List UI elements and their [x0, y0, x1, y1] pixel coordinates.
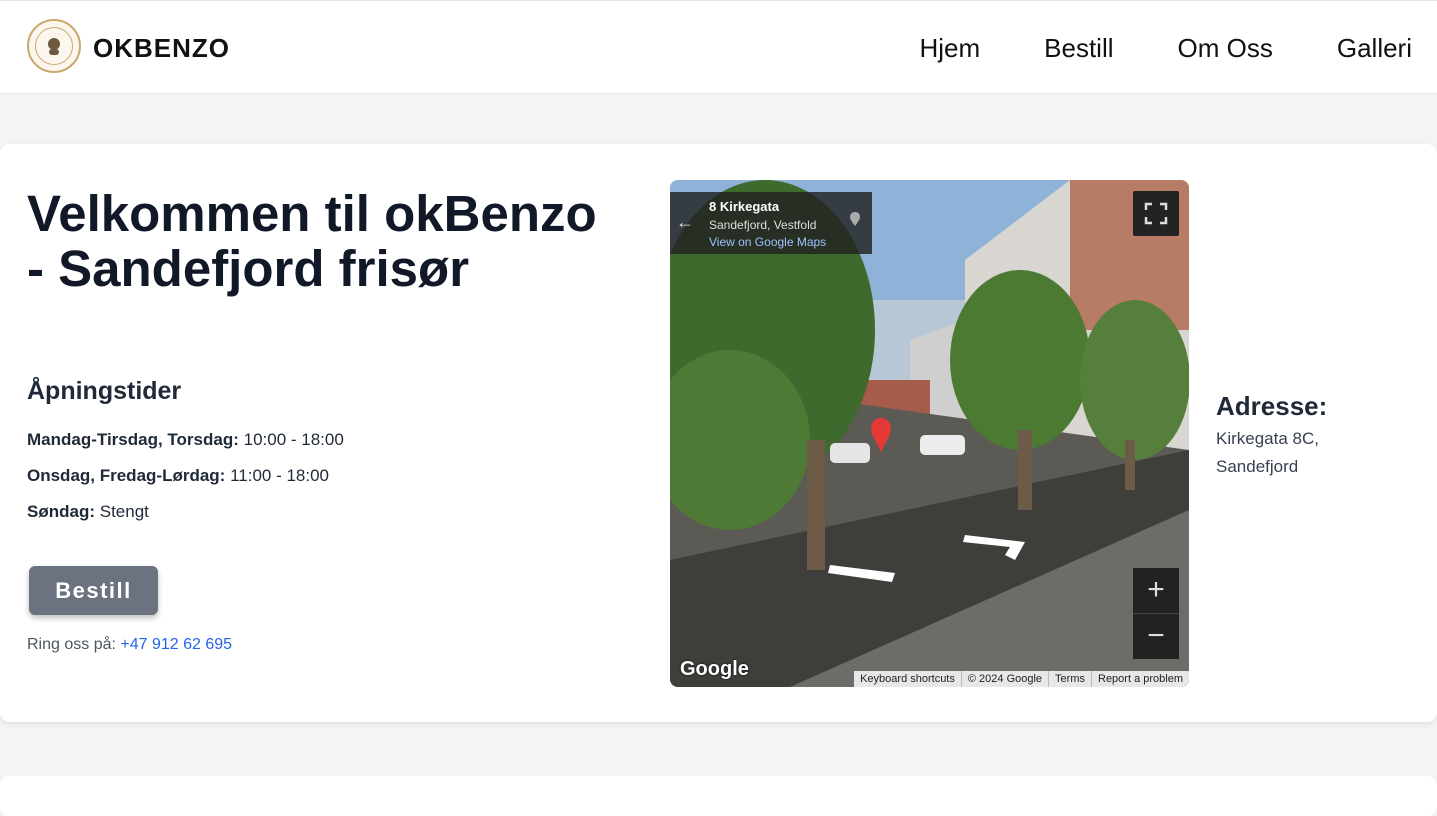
page-title: Velkommen til okBenzo - Sandefjord frisø… [27, 185, 597, 297]
brand-name[interactable]: OKBENZO [93, 33, 230, 64]
map-region: Sandefjord, Vestfold [709, 218, 817, 232]
phone-link[interactable]: +47 912 62 695 [120, 636, 232, 653]
zoom-in-button[interactable]: + [1133, 568, 1179, 614]
map-info-panel: ← 8 Kirkegata Sandefjord, Vestfold View … [670, 192, 872, 254]
report-problem-link[interactable]: Report a problem [1091, 671, 1189, 687]
site-header: OKBENZO Hjem Bestill Om Oss Galleri [0, 0, 1437, 94]
zoom-out-button[interactable]: − [1133, 614, 1179, 659]
view-on-google-maps-link[interactable]: View on Google Maps [709, 235, 826, 249]
book-button[interactable]: Bestill [29, 566, 158, 615]
fullscreen-button[interactable] [1133, 191, 1179, 236]
hours-time: Stengt [99, 502, 149, 521]
nav-link-about[interactable]: Om Oss [1178, 31, 1273, 65]
google-logo: Google [680, 658, 749, 680]
hours-day-label: Onsdag, Fredag-Lørdag: [27, 466, 226, 485]
map-street-name: 8 Kirkegata [709, 199, 780, 214]
logo-emblem [35, 27, 73, 65]
opening-hours-list: Mandag-Tirsdag, Torsdag: 10:00 - 18:00 O… [27, 430, 344, 538]
nav-link-home[interactable]: Hjem [919, 31, 980, 65]
logo-icon[interactable] [27, 19, 81, 73]
nav-link-book[interactable]: Bestill [1044, 31, 1113, 65]
nav-link-gallery[interactable]: Galleri [1337, 31, 1412, 65]
map-pin-icon[interactable] [850, 212, 860, 226]
fullscreen-icon [1144, 202, 1168, 225]
map-attribution: Keyboard shortcuts © 2024 Google Terms R… [854, 671, 1189, 687]
keyboard-shortcuts-link[interactable]: Keyboard shortcuts [854, 671, 961, 687]
opening-hours-title: Åpningstider [27, 377, 182, 405]
main-nav: Hjem Bestill Om Oss Galleri [855, 31, 1412, 65]
next-section-card [0, 776, 1437, 816]
hours-row: Onsdag, Fredag-Lørdag: 11:00 - 18:00 [27, 466, 344, 502]
address-title: Adresse: [1216, 391, 1328, 421]
back-arrow-icon[interactable]: ← [676, 212, 694, 233]
call-us-text: Ring oss på: +47 912 62 695 [27, 636, 232, 654]
address-text: Kirkegata 8C, Sandefjord [1216, 429, 1319, 476]
barber-face-icon [48, 38, 60, 55]
copyright-text: © 2024 Google [960, 671, 1048, 687]
hours-time: 11:00 - 18:00 [230, 466, 330, 485]
hours-day-label: Mandag-Tirsdag, Torsdag: [27, 430, 239, 449]
hours-time: 10:00 - 18:00 [243, 430, 344, 449]
hours-day-label: Søndag: [27, 502, 95, 521]
street-view-embed[interactable]: ← 8 Kirkegata Sandefjord, Vestfold View … [670, 180, 1189, 687]
call-prefix: Ring oss på: [27, 636, 116, 653]
hours-row: Søndag: Stengt [27, 502, 344, 538]
street-view-image [670, 180, 1189, 687]
terms-link[interactable]: Terms [1048, 671, 1091, 687]
hours-row: Mandag-Tirsdag, Torsdag: 10:00 - 18:00 [27, 430, 344, 466]
